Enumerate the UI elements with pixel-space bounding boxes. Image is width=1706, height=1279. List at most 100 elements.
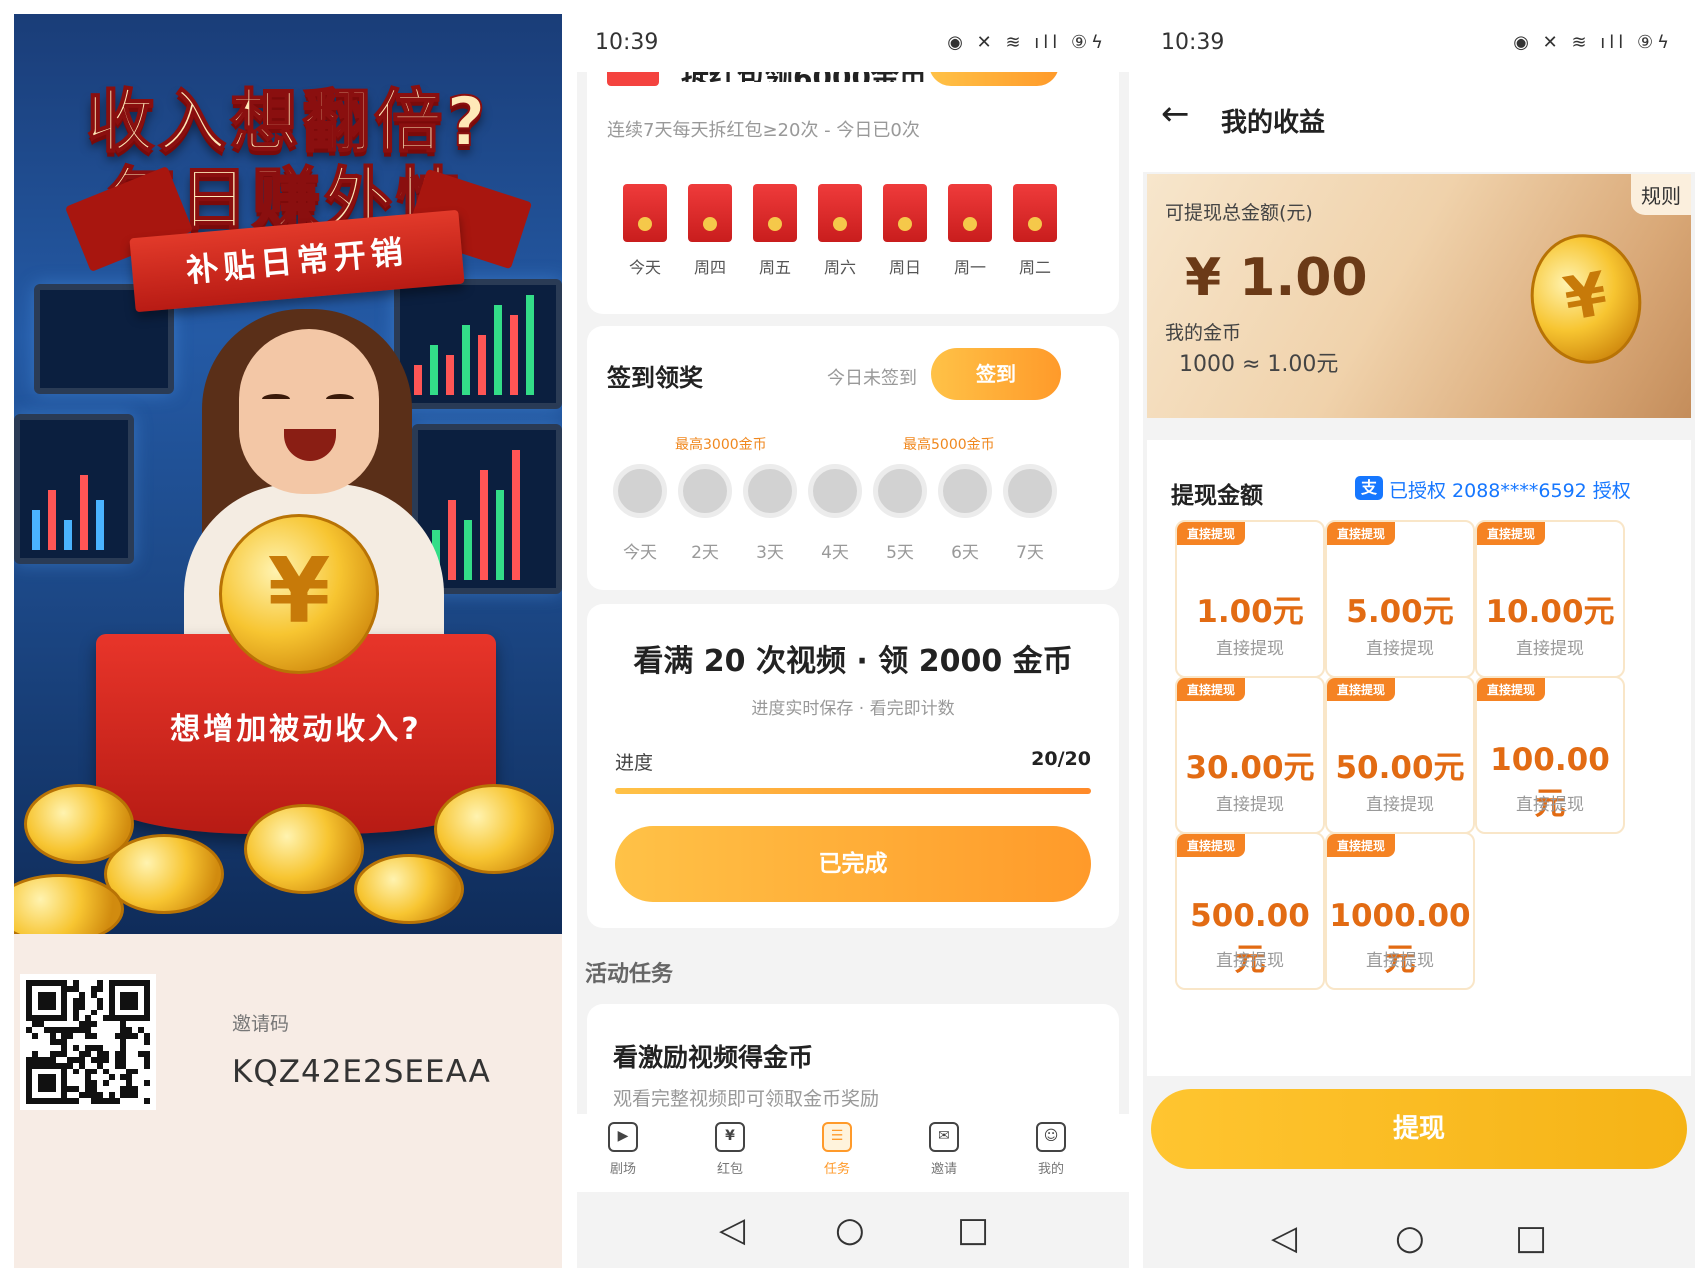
signin-day-label: 2天	[691, 543, 719, 563]
signin-button[interactable]: 签到	[931, 348, 1061, 400]
video-task-subtitle: 进度实时保存 · 看完即计数	[751, 699, 955, 719]
signin-title: 签到领奖	[607, 364, 703, 392]
signin-day-label: 今天	[623, 543, 657, 563]
yuan-coin-icon: ¥	[1520, 225, 1652, 373]
withdraw-option-amount: 30.00元	[1185, 750, 1315, 786]
withdraw-option[interactable]: 直接提现 100.00元 直接提现	[1475, 676, 1625, 834]
withdraw-option-tag: 直接提现	[1177, 834, 1246, 857]
signin-max-3000: 最高3000金币	[675, 437, 767, 453]
status-icons: ◉ ✕ ≋ ıll ⑨ϟ	[1513, 32, 1673, 53]
system-nav-bar: ◁ ○ □	[577, 1192, 1129, 1268]
person-eye-left	[262, 394, 290, 404]
withdraw-button[interactable]: 提现	[1151, 1089, 1687, 1169]
withdraw-option[interactable]: 直接提现 50.00元 直接提现	[1325, 676, 1475, 834]
nav-item-play[interactable]: ▶ 剧场	[583, 1122, 663, 1177]
withdraw-option-sub: 直接提现	[1366, 951, 1434, 971]
signin-day-label: 4天	[821, 543, 849, 563]
alipay-icon: 支	[1355, 476, 1383, 500]
redpack-day-label: 周四	[693, 258, 726, 277]
video-task-title: 看满 20 次视频 · 领 2000 金币	[633, 644, 1073, 679]
invite-code-value: KQZ42E2SEEAA	[232, 1054, 491, 1090]
system-nav-bar: ◁ ○ □	[1143, 1200, 1695, 1268]
poster-image: 收入想翻倍? 每日赚外快 补贴日常开销 ¥ 想增加被动收入?	[14, 14, 562, 934]
task-icon: ☰	[822, 1122, 852, 1152]
video-task-card: 看满 20 次视频 · 领 2000 金币 进度实时保存 · 看完即计数 进度 …	[587, 604, 1119, 928]
withdraw-option[interactable]: 直接提现 500.00元 直接提现	[1175, 832, 1325, 990]
nav-item-task[interactable]: ☰ 任务	[797, 1122, 877, 1177]
earnings-screen: 10:39 ◉ ✕ ≋ ıll ⑨ϟ ← 我的收益 规则 可提现总金额(元) ¥…	[1143, 14, 1695, 1268]
withdraw-amount-card: 提现金额 支 已授权 2088****6592 授权 直接提现 1.00元 直接提现…	[1147, 440, 1691, 1076]
monitor-right	[394, 279, 562, 409]
progress-fill	[615, 788, 1091, 794]
status-icons: ◉ ✕ ≋ ıll ⑨ϟ	[947, 32, 1107, 53]
activity-subtitle: 观看完整视频即可领取金币奖励	[613, 1088, 880, 1110]
alipay-auth-text[interactable]: 已授权 2088****6592 授权	[1389, 476, 1631, 503]
withdraw-option-sub: 直接提现	[1366, 639, 1434, 659]
recents-nav-icon[interactable]: □	[957, 1210, 989, 1250]
withdraw-option-amount: 1.00元	[1196, 594, 1304, 630]
signin-max-5000: 最高5000金币	[903, 437, 995, 453]
withdraw-option-sub: 直接提现	[1216, 795, 1284, 815]
rules-link[interactable]: 规则	[1631, 174, 1691, 215]
withdraw-option-tag: 直接提现	[1327, 834, 1396, 857]
nav-item-redpacket[interactable]: ¥ 红包	[690, 1122, 770, 1177]
recents-nav-icon[interactable]: □	[1515, 1218, 1547, 1258]
balance-card: 规则 可提现总金额(元) ¥ 1.00 我的金币 1000 ≈ 1.00元 ¥	[1147, 174, 1691, 418]
withdraw-option[interactable]: 直接提现 5.00元 直接提现	[1325, 520, 1475, 678]
withdraw-option[interactable]: 直接提现 30.00元 直接提现	[1175, 676, 1325, 834]
status-bar: 10:39 ◉ ✕ ≋ ıll ⑨ϟ	[1143, 14, 1695, 72]
withdraw-option-tag: 直接提现	[1477, 678, 1546, 701]
balance-amount: ¥ 1.00	[1185, 248, 1368, 308]
balance-label: 可提现总金额(元)	[1165, 202, 1313, 224]
status-time: 10:39	[1161, 30, 1225, 55]
status-bar: 10:39 ◉ ✕ ≋ ıll ⑨ϟ	[577, 14, 1129, 72]
redpacket-icon: ¥	[715, 1122, 745, 1152]
redpacket-task-card: 拆红包领6000金币 连续7天每天拆红包≥20次 - 今日已0次 今天周四周五周…	[587, 61, 1119, 314]
nav-label: 任务	[823, 1162, 850, 1177]
monitor-left-lower	[14, 414, 134, 564]
signin-day-dot	[808, 464, 862, 518]
withdraw-option-sub: 直接提现	[1366, 795, 1434, 815]
progress-label: 进度	[615, 752, 654, 774]
signin-day-label: 3天	[756, 543, 784, 563]
nav-label: 剧场	[609, 1162, 636, 1177]
redpack-day-label: 周一	[953, 258, 986, 277]
nav-label: 邀请	[930, 1162, 957, 1177]
activity-title: 看激励视频得金币	[613, 1043, 814, 1072]
redpack-subtitle: 连续7天每天拆红包≥20次 - 今日已0次	[607, 120, 920, 141]
redpacket-icon	[753, 184, 797, 242]
back-nav-icon[interactable]: ◁	[1271, 1218, 1297, 1258]
redpacket-icon	[818, 184, 862, 242]
withdraw-option[interactable]: 直接提现 1000.00元 直接提现	[1325, 832, 1475, 990]
withdraw-option-amount: 10.00元	[1485, 594, 1615, 630]
back-nav-icon[interactable]: ◁	[719, 1210, 745, 1250]
signin-day-label: 7天	[1016, 543, 1044, 563]
withdraw-option[interactable]: 直接提现 1.00元 直接提现	[1175, 520, 1325, 678]
redpacket-icon	[623, 184, 667, 242]
header-bar: ← 我的收益	[1143, 72, 1695, 172]
tasks-screen: 拆红包领6000金币 连续7天每天拆红包≥20次 - 今日已0次 今天周四周五周…	[577, 14, 1129, 1268]
withdraw-option-amount: 50.00元	[1335, 750, 1465, 786]
signin-day-dot	[938, 464, 992, 518]
withdraw-option-amount: 5.00元	[1346, 594, 1454, 630]
home-nav-icon[interactable]: ○	[1395, 1218, 1425, 1258]
user-icon: ☺	[1036, 1122, 1066, 1152]
completed-button[interactable]: 已完成	[615, 826, 1091, 902]
withdraw-option[interactable]: 直接提现 10.00元 直接提现	[1475, 520, 1625, 678]
invite-icon: ✉	[929, 1122, 959, 1152]
nav-item-user[interactable]: ☺ 我的	[1011, 1122, 1091, 1177]
signin-day-dot	[743, 464, 797, 518]
play-icon: ▶	[608, 1122, 638, 1152]
nav-label: 红包	[716, 1162, 743, 1177]
withdraw-amount-title: 提现金额	[1171, 483, 1263, 509]
nav-label: 我的	[1037, 1162, 1064, 1177]
nav-item-invite[interactable]: ✉ 邀请	[904, 1122, 984, 1177]
back-arrow-icon[interactable]: ←	[1161, 94, 1190, 134]
home-nav-icon[interactable]: ○	[835, 1210, 865, 1250]
invite-code-label: 邀请码	[232, 1013, 290, 1035]
signin-status: 今日未签到	[827, 368, 917, 389]
progress-track	[615, 788, 1091, 794]
signin-day-dot	[873, 464, 927, 518]
person-face	[239, 329, 379, 494]
person-eye-right	[326, 394, 354, 404]
